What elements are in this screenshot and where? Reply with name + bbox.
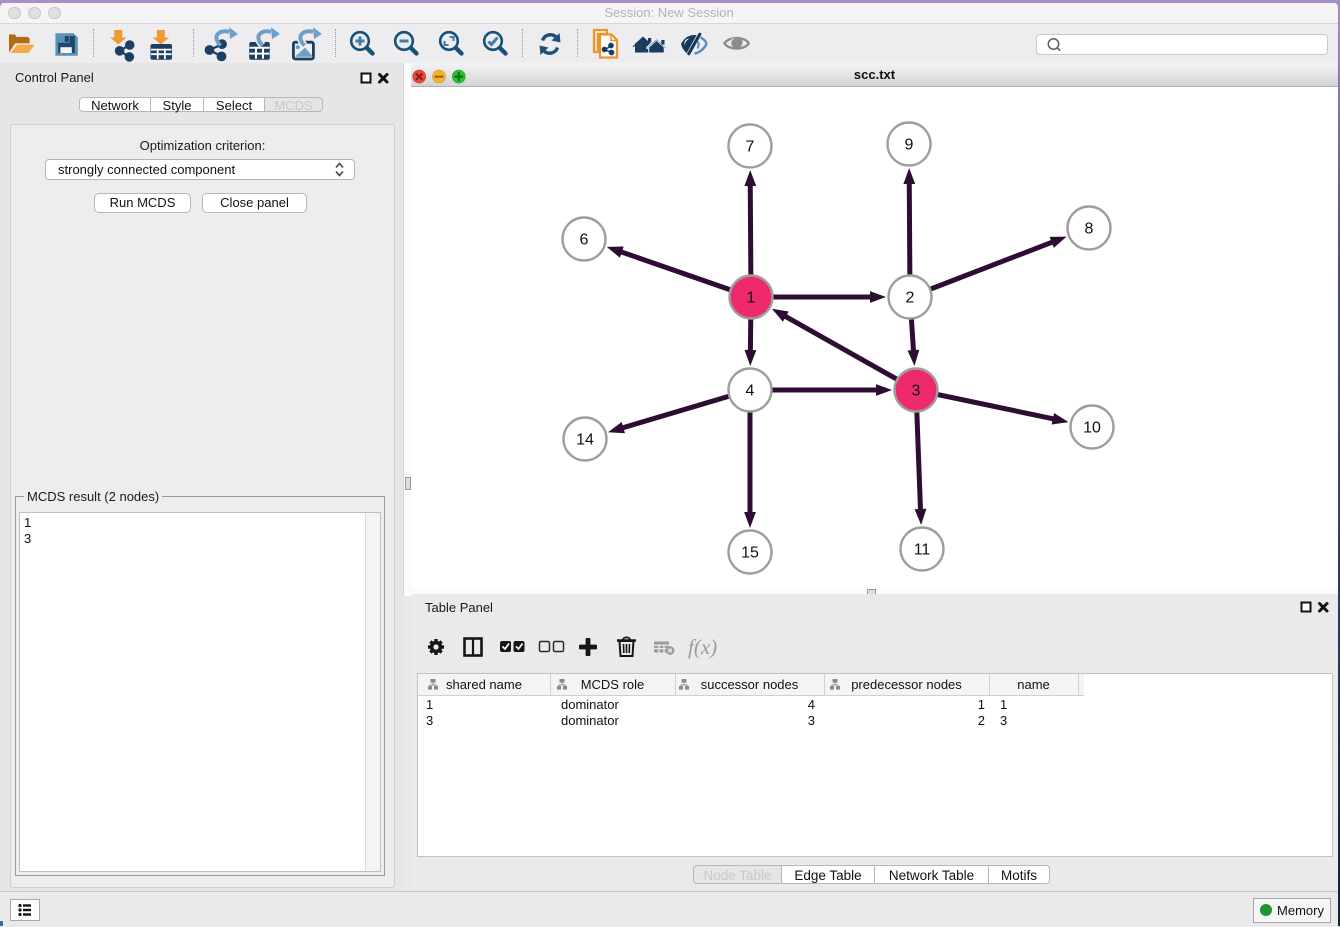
svg-text:14: 14 xyxy=(576,432,594,449)
svg-text:15: 15 xyxy=(741,545,759,562)
svg-text:8: 8 xyxy=(1085,221,1094,238)
svg-text:10: 10 xyxy=(1083,420,1101,437)
svg-text:6: 6 xyxy=(580,232,589,249)
svg-text:9: 9 xyxy=(905,137,914,154)
svg-text:3: 3 xyxy=(912,383,921,400)
svg-text:7: 7 xyxy=(746,139,755,156)
svg-text:2: 2 xyxy=(906,290,915,307)
svg-text:1: 1 xyxy=(747,290,756,307)
svg-text:f(x): f(x) xyxy=(688,635,717,659)
svg-text:11: 11 xyxy=(914,542,931,559)
svg-text:4: 4 xyxy=(746,383,755,400)
